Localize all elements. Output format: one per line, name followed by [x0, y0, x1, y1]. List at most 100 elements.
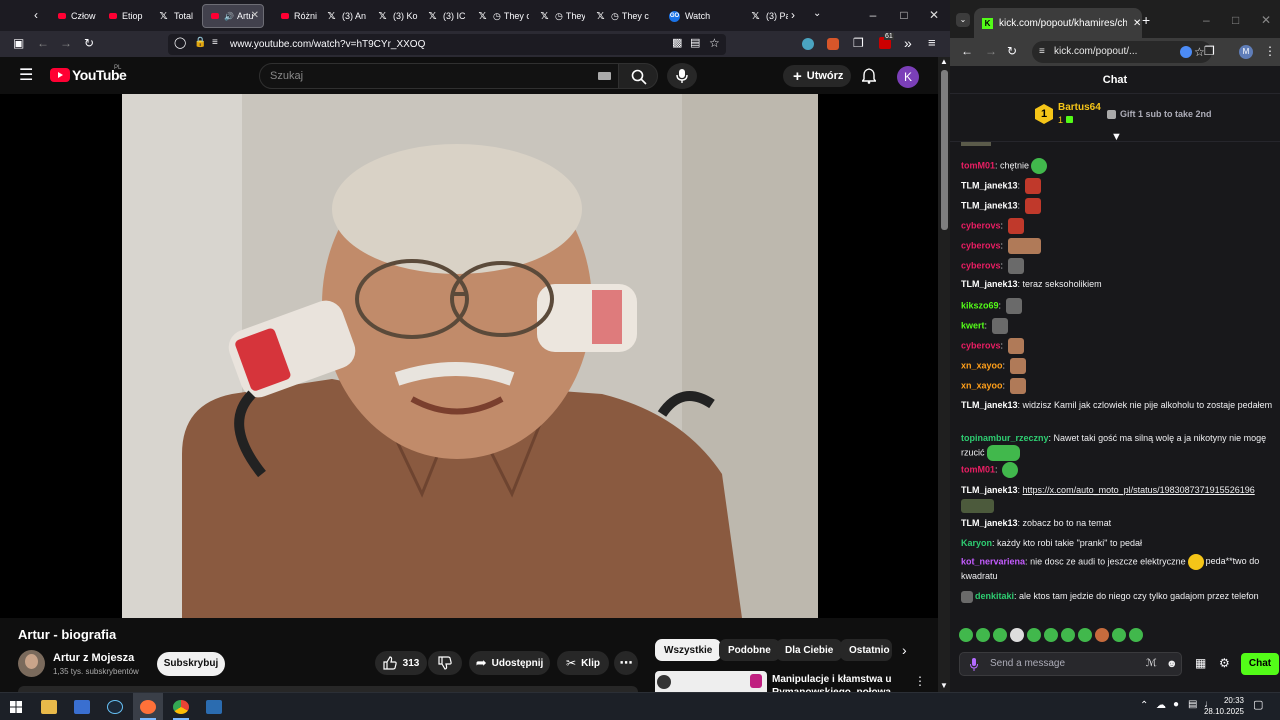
quick-emote-icon[interactable] [1112, 628, 1126, 642]
tab-close-icon[interactable]: ✕ [251, 10, 259, 21]
chat-username[interactable]: kot_nervariena [961, 556, 1025, 566]
scroll-up-icon[interactable]: ▲ [940, 58, 948, 66]
keyboard-icon[interactable] [598, 72, 611, 80]
clock-time[interactable]: 20:33 [1204, 696, 1244, 705]
chat-emote-icon[interactable] [1024, 178, 1041, 194]
firefox-icon[interactable] [140, 700, 156, 714]
sidebar-icon[interactable]: ▣ [13, 37, 24, 49]
tabs-scroll-left-icon[interactable]: ‹ [34, 9, 38, 21]
chat-username[interactable]: TLM_janek13 [961, 485, 1018, 495]
firefox-url-bar[interactable]: ◯ 🔒 ≡ www.youtube.com/watch?v=hT9CYr_XXO… [168, 34, 726, 55]
chrome-maximize-icon[interactable]: □ [1232, 14, 1239, 26]
reader-icon[interactable]: ▤ [690, 38, 700, 49]
chat-link[interactable]: https://x.com/auto_moto_pl/status/198308… [1023, 485, 1255, 495]
chat-username[interactable]: xn_xayoo [961, 360, 1003, 370]
chrome-back-icon[interactable]: ← [961, 45, 973, 57]
youtube-search-input[interactable]: Szukaj [259, 63, 619, 89]
account-avatar[interactable]: K [897, 66, 919, 88]
tab-close-icon[interactable]: ✕ [1133, 18, 1141, 29]
like-button[interactable]: 313 [375, 651, 427, 675]
chat-username[interactable]: kwert [961, 320, 985, 330]
chat-username[interactable]: cyberovs [961, 260, 1001, 270]
url-text[interactable]: www.youtube.com/watch?v=hT9CYr_XXOQ [230, 39, 425, 50]
clock-date[interactable]: 28.10.2025 [1198, 707, 1244, 716]
calculator-icon[interactable] [206, 700, 222, 714]
quick-emote-icon[interactable] [1129, 628, 1143, 642]
gifter-name[interactable]: Bartus64 [1058, 102, 1101, 113]
chrome-menu-icon[interactable]: ⋮ [1264, 45, 1276, 57]
close-window-icon[interactable]: ✕ [919, 4, 949, 26]
chrome-profile-avatar[interactable]: M [1239, 45, 1253, 59]
chrome-forward-icon[interactable]: → [985, 45, 997, 57]
back-icon[interactable]: ← [37, 37, 49, 49]
chat-username[interactable]: TLM_janek13 [961, 180, 1018, 190]
firefox-tab[interactable]: Etiop [101, 4, 149, 28]
subscribe-button[interactable]: Subskrybuj [157, 652, 225, 676]
firefox-tab[interactable]: 𝕏 ◷They c [471, 4, 529, 28]
chat-username[interactable]: TLM_janek13 [961, 518, 1018, 528]
search-button[interactable] [618, 63, 658, 89]
quick-emote-icon[interactable] [1095, 628, 1109, 642]
bookmark-star-icon[interactable]: ☆ [709, 37, 720, 49]
youtube-logo-icon[interactable] [50, 68, 70, 82]
dislike-button[interactable] [428, 651, 462, 675]
chips-next-icon[interactable]: › [902, 643, 907, 657]
emote-picker-icon[interactable]: ☻ [1166, 653, 1178, 675]
tab-list-icon[interactable]: ⌄ [813, 9, 821, 19]
quick-emote-icon[interactable] [976, 628, 990, 642]
firefox-tab[interactable]: Człow [50, 4, 98, 28]
overflow-menu-icon[interactable]: » [904, 36, 912, 50]
chat-emote-icon[interactable] [986, 445, 1020, 461]
chip-2[interactable]: Dla Ciebie [776, 639, 843, 661]
store-icon[interactable]: ▦ [1195, 657, 1206, 669]
audio-playing-icon[interactable]: 🔊 [224, 12, 234, 21]
chat-emote-icon[interactable] [1007, 238, 1041, 254]
monitor-app-icon[interactable] [74, 700, 90, 714]
quick-emote-icon[interactable] [1027, 628, 1041, 642]
chat-username[interactable]: TLM_janek13 [961, 200, 1018, 210]
chat-username[interactable]: cyberovs [961, 220, 1001, 230]
related-thumbnail[interactable] [655, 671, 767, 692]
chat-username[interactable]: tomM01 [961, 160, 995, 170]
hamburger-menu-icon[interactable]: ≡ [928, 36, 936, 49]
chat-emote-icon[interactable] [1009, 378, 1026, 394]
firefox-tab[interactable]: 𝕏 ◷They c [589, 4, 659, 28]
tray-overflow-icon[interactable]: ⌃ [1140, 701, 1148, 711]
chrome-icon[interactable] [173, 700, 189, 714]
chat-emote-icon[interactable] [991, 318, 1008, 334]
chat-username[interactable]: kikszo69 [961, 300, 999, 310]
guide-menu-icon[interactable]: ☰ [19, 68, 33, 84]
notifications-bell-icon[interactable] [862, 68, 876, 84]
quick-emote-icon[interactable] [1010, 628, 1024, 642]
chat-emote-icon[interactable] [1007, 258, 1024, 274]
clip-button[interactable]: ✂ Klip [557, 651, 609, 675]
network-icon[interactable]: ▤ [1188, 700, 1197, 710]
chrome-close-icon[interactable]: ✕ [1261, 14, 1271, 26]
scroll-down-icon[interactable]: ▼ [940, 682, 948, 690]
chrome-reload-icon[interactable]: ↻ [1007, 45, 1017, 57]
extensions-puzzle-icon[interactable]: ❐ [853, 37, 864, 49]
chat-username[interactable]: TLM_janek13 [961, 279, 1018, 289]
chat-username[interactable]: TLM_janek13 [961, 400, 1018, 410]
chat-username[interactable]: Karyon [961, 538, 992, 548]
onedrive-icon[interactable]: ☁ [1156, 701, 1166, 711]
chat-username[interactable]: denkitaki [975, 591, 1014, 601]
firefox-tab[interactable]: 𝕏 Total [152, 4, 200, 28]
site-info-icon[interactable]: ≡ [1039, 41, 1045, 63]
chat-username[interactable]: cyberovs [961, 240, 1001, 250]
chat-mic-icon[interactable] [970, 658, 978, 671]
forward-icon[interactable]: → [60, 37, 72, 49]
channel-name[interactable]: Artur z Mojesza [53, 652, 134, 664]
quick-emote-icon[interactable] [1044, 628, 1058, 642]
shield-icon[interactable]: ◯ [174, 38, 186, 49]
quick-emote-icon[interactable] [1078, 628, 1092, 642]
extension-fox-icon[interactable] [827, 38, 839, 50]
chrome-tab-kick[interactable]: K kick.com/popout/khamires/cha ✕ [974, 8, 1142, 38]
firefox-tab[interactable]: Różni [273, 4, 317, 28]
chip-1[interactable]: Podobne [719, 639, 780, 661]
related-more-icon[interactable]: ⋮ [914, 675, 926, 687]
chat-send-button[interactable]: Chat [1241, 653, 1279, 675]
file-explorer-icon[interactable] [41, 700, 57, 714]
laughing-emote-icon[interactable] [1187, 554, 1204, 570]
link-preview-image[interactable] [961, 499, 994, 513]
